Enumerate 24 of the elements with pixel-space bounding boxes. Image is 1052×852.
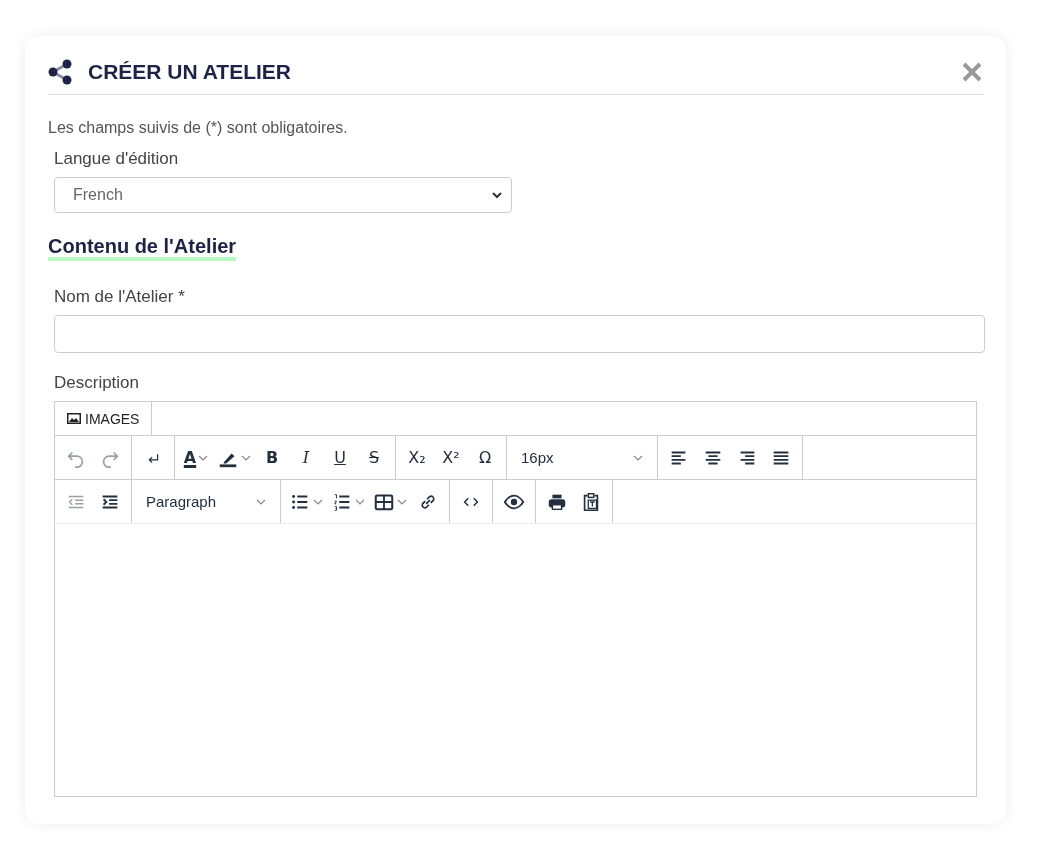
format-button[interactable]: B xyxy=(255,440,289,475)
format-button[interactable]: A xyxy=(179,440,213,475)
field-label: Nom de l'Atelier * xyxy=(54,287,186,307)
format-button[interactable]: Ω xyxy=(468,440,502,475)
close-button[interactable] xyxy=(961,61,983,83)
format-button[interactable]: I xyxy=(289,440,323,475)
share-icon xyxy=(48,59,74,85)
close-icon xyxy=(961,61,983,83)
input-field[interactable] xyxy=(54,315,985,353)
language-select[interactable]: French xyxy=(54,177,512,213)
format-select[interactable]: Paragraph xyxy=(136,484,276,519)
section-heading: Contenu de l'Atelier xyxy=(48,235,237,261)
images-button[interactable]: IMAGES xyxy=(55,402,153,435)
format-button[interactable]: U xyxy=(323,440,357,475)
field-label: Langue d'édition xyxy=(54,149,180,169)
field-label: Description xyxy=(54,373,141,393)
format-button[interactable]: X² xyxy=(434,440,468,475)
chevron-icon xyxy=(491,189,503,201)
format-select[interactable]: 16px xyxy=(511,440,653,475)
format-button[interactable]: S xyxy=(357,440,391,475)
dialog-title: CRÉER UN ATELIER xyxy=(88,60,292,84)
required-fields-note: Les champs suivis de (*) sont obligatoires. xyxy=(48,119,349,137)
format-button[interactable]: X₂ xyxy=(400,440,434,475)
image-icon xyxy=(67,413,81,424)
